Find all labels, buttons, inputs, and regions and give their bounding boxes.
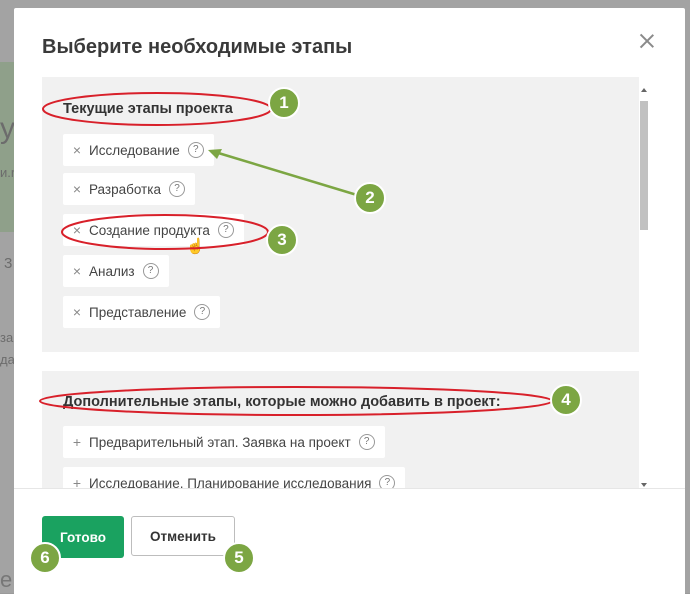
background-text: е bbox=[0, 567, 13, 592]
scroll-down-icon[interactable] bbox=[641, 483, 647, 487]
background-text: за bbox=[0, 330, 14, 345]
annotation-badge: 3 bbox=[266, 224, 298, 256]
annotation-badge: 5 bbox=[223, 542, 255, 574]
available-stage-chip[interactable]: + Исследование. Планирование исследовани… bbox=[63, 467, 406, 489]
stage-label: Разработка bbox=[89, 181, 161, 197]
remove-icon[interactable]: × bbox=[72, 142, 82, 158]
help-icon[interactable]: ? bbox=[217, 222, 234, 238]
help-icon[interactable]: ? bbox=[187, 142, 204, 158]
stage-chip[interactable]: × Создание продукта ? bbox=[63, 214, 244, 246]
plus-icon[interactable]: + bbox=[72, 475, 82, 488]
remove-icon[interactable]: × bbox=[72, 263, 82, 279]
modal-title: Выберите необходимые этапы bbox=[42, 36, 353, 58]
background-text: и.r bbox=[0, 165, 16, 180]
background-text: да bbox=[0, 352, 15, 367]
current-stages-heading: Текущие этапы проекта bbox=[63, 101, 233, 117]
help-icon[interactable]: ? bbox=[142, 263, 159, 279]
stage-chip[interactable]: × Исследование ? bbox=[63, 134, 214, 166]
stage-label: Исследование bbox=[89, 142, 180, 158]
scroll-thumb[interactable] bbox=[640, 101, 648, 230]
stage-label: Исследование. Планирование исследования bbox=[89, 475, 372, 489]
help-icon[interactable]: ? bbox=[168, 181, 185, 197]
annotation-badge: 4 bbox=[550, 384, 582, 416]
hand-cursor-icon: ☝ bbox=[186, 238, 205, 255]
stage-chip[interactable]: × Разработка ? bbox=[63, 173, 195, 205]
plus-icon[interactable]: + bbox=[72, 434, 82, 450]
help-icon[interactable]: ? bbox=[194, 304, 211, 320]
stage-label: Анализ bbox=[89, 263, 135, 279]
stages-scroll-area[interactable]: Текущие этапы проекта × Исследование ? ×… bbox=[42, 77, 653, 488]
scroll-up-icon[interactable] bbox=[641, 88, 647, 92]
annotation-badge: 2 bbox=[354, 182, 386, 214]
help-icon[interactable]: ? bbox=[379, 475, 396, 488]
remove-icon[interactable]: × bbox=[72, 222, 82, 238]
annotation-badge: 1 bbox=[268, 87, 300, 119]
stage-label: Предварительный этап. Заявка на проект bbox=[89, 434, 351, 450]
extra-stages-heading: Дополнительные этапы, которые можно доба… bbox=[63, 394, 501, 410]
background-tab: 3 bbox=[4, 255, 13, 272]
stages-modal: Выберите необходимые этапы Текущие этапы… bbox=[14, 8, 685, 594]
available-stage-chip[interactable]: + Предварительный этап. Заявка на проект… bbox=[63, 426, 385, 458]
annotation-badge: 6 bbox=[29, 542, 61, 574]
stage-label: Представление bbox=[89, 304, 187, 320]
remove-icon[interactable]: × bbox=[72, 181, 82, 197]
remove-icon[interactable]: × bbox=[72, 304, 82, 320]
help-icon[interactable]: ? bbox=[358, 434, 375, 450]
modal-footer: Готово Отменить bbox=[14, 488, 685, 594]
stage-label: Создание продукта bbox=[89, 222, 210, 238]
close-icon[interactable] bbox=[639, 33, 655, 49]
cancel-button[interactable]: Отменить bbox=[131, 516, 235, 556]
extra-stages-section: Дополнительные этапы, которые можно доба… bbox=[42, 371, 639, 488]
current-stages-section: Текущие этапы проекта × Исследование ? ×… bbox=[42, 77, 639, 352]
scrollbar[interactable] bbox=[639, 87, 649, 490]
stage-chip[interactable]: × Представление ? bbox=[63, 296, 221, 328]
stage-chip[interactable]: × Анализ ? bbox=[63, 255, 169, 287]
background-text: y bbox=[0, 112, 15, 145]
